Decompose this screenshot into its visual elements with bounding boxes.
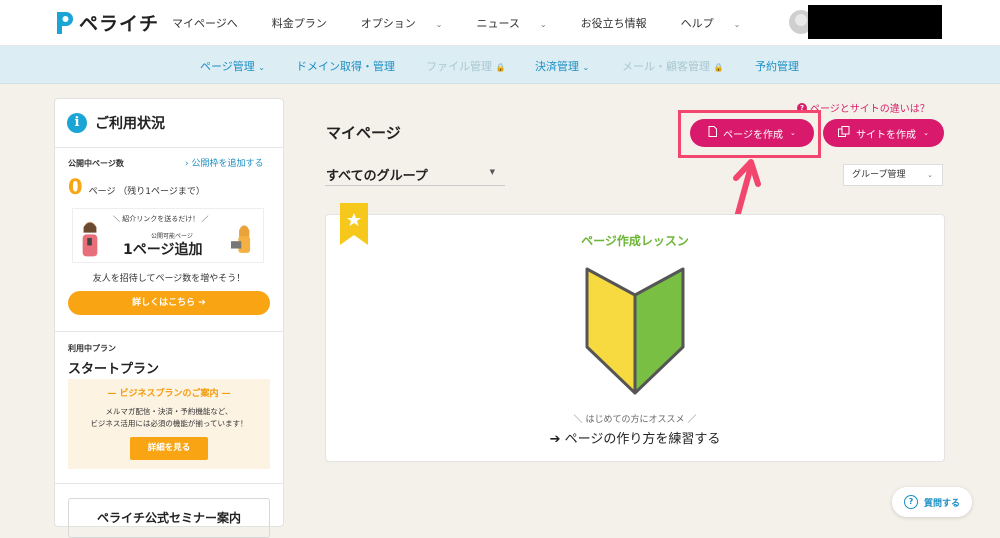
subnav-label: ファイル管理 (426, 60, 492, 73)
lesson-card[interactable]: ページ作成レッスン ＼ はじめての方にオススメ ／ ➔ ページの作り方を練習する (325, 203, 945, 462)
subnav-label: 予約管理 (755, 60, 799, 73)
business-plan-heading: — ビジネスプランのご案内 — (107, 389, 231, 399)
page-count: 0 ページ （残り1ページまで） (68, 175, 205, 199)
practice-link-label: ページの作り方を練習する (564, 432, 721, 447)
usage-sidebar: i ご利用状況 公開中ページ数 › 公開枠を追加する 0 ページ （残り1ページ… (54, 98, 284, 538)
add-slot-link[interactable]: › 公開枠を追加する (185, 156, 263, 169)
referral-banner[interactable]: ＼ 紹介リンクを送るだけ！ ／ 公開可能ページ 1ページ追加 (72, 208, 264, 263)
details-button[interactable]: 詳しくはこちら ➔ (68, 291, 270, 315)
create-site-button[interactable]: サイトを作成 ⌄ (823, 119, 944, 147)
page-count-number: 0 (68, 175, 83, 199)
lesson-recommend-text: ＼ はじめての方にオススメ ／ (573, 415, 697, 425)
logo-p-icon (57, 11, 73, 34)
chevron-down-icon: ⌄ (258, 63, 265, 72)
info-icon: i (67, 113, 87, 133)
invite-text: 友人を招待してページ数を増やそう！ (92, 274, 246, 284)
nav-label: 料金プラン (271, 17, 327, 30)
divider (55, 147, 283, 148)
chevron-down-icon: ⌄ (733, 20, 741, 29)
group-select[interactable]: すべてのグループ ▼ (325, 160, 505, 186)
beginner-mark-icon (585, 267, 685, 395)
document-icon (708, 126, 718, 140)
banner-headline: ＼ 紹介リンクを送るだけ！ ／ (113, 215, 209, 223)
banner-main-text: 1ページ追加 (123, 242, 203, 258)
create-page-label: ページを作成 (723, 129, 783, 141)
subnav-label: 決済管理 (535, 60, 579, 73)
business-plan-description: メルマガ配信・決済・予約機能など、 ビジネス活用には必須の機能が揃っています！ (68, 406, 270, 430)
subnav-mail-customer: メール・顧客管理 🔒 (622, 58, 723, 74)
woman-laptop-illustration (231, 225, 251, 253)
group-select-value: すべてのグループ (326, 169, 428, 184)
chevron-down-icon: ⌄ (582, 63, 590, 72)
divider (55, 331, 283, 332)
lock-icon: 🔒 (495, 63, 506, 72)
top-nav: マイページへ 料金プラン オプション ⌄ ニュース ⌄ お役立ち情報 ヘルプ ⌄ (172, 15, 774, 31)
chevron-down-icon: ⌄ (927, 171, 933, 179)
ask-question-label: 質問する (923, 498, 960, 509)
sidebar-title: i ご利用状況 (67, 113, 165, 133)
peraichi-logo[interactable]: ペライチ (54, 9, 159, 36)
group-management-select[interactable]: グループ管理 ⌄ (843, 164, 943, 186)
top-header: ペライチ マイページへ 料金プラン オプション ⌄ ニュース ⌄ お役立ち情報 ヘル… (0, 0, 1000, 46)
chevron-down-icon: ⌄ (789, 129, 796, 137)
subnav-page-management[interactable]: ページ管理 ⌄ (200, 58, 265, 74)
nav-label: ニュース (476, 17, 520, 30)
current-plan-label: 利用中プラン (68, 344, 116, 353)
subnav-payment[interactable]: 決済管理 ⌄ (535, 58, 589, 74)
seminar-info-button[interactable]: ペライチ公式セミナー案内 (68, 498, 270, 538)
create-site-label: サイトを作成 (856, 129, 917, 141)
subnav-file-management: ファイル管理 🔒 (426, 58, 505, 74)
subnav-label: ページ管理 (200, 60, 255, 73)
subnav-domain[interactable]: ドメイン取得・管理 (296, 58, 395, 74)
ask-question-button[interactable]: ? 質問する (892, 487, 972, 517)
practice-link[interactable]: ➔ ページの作り方を練習する (326, 428, 944, 447)
divider (55, 483, 283, 484)
copy-pages-icon (838, 126, 850, 140)
published-pages-label: 公開中ページ数 (68, 159, 124, 168)
plan-name: スタートプラン (68, 362, 160, 377)
subnav-label: ドメイン取得・管理 (296, 60, 395, 73)
nav-help[interactable]: ヘルプ ⌄ (681, 15, 758, 31)
nav-useful-info[interactable]: お役立ち情報 (581, 15, 664, 31)
logo-text: ペライチ (79, 13, 160, 35)
page-title: マイページ (326, 124, 401, 142)
business-plan-desc-line: ビジネス活用には必須の機能が揃っています！ (90, 419, 248, 428)
nav-label: マイページへ (172, 17, 238, 30)
sub-nav: ページ管理 ⌄ ドメイン取得・管理 ファイル管理 🔒 決済管理 ⌄ メール・顧客… (0, 46, 1000, 84)
business-plan-desc-line: メルマガ配信・決済・予約機能など、 (105, 407, 233, 416)
arrow-right-icon: ➔ (549, 432, 561, 447)
nav-pricing[interactable]: 料金プラン (272, 15, 344, 31)
page-count-text: ページ （残り1ページまで） (88, 187, 205, 197)
caret-down-icon: ▼ (489, 168, 495, 176)
nav-label: お役立ち情報 (580, 17, 647, 30)
question-icon: ? (903, 495, 918, 509)
chevron-down-icon: ⌄ (923, 129, 929, 137)
redacted-username (808, 5, 942, 39)
group-management-label: グループ管理 (852, 170, 906, 180)
nav-mypage[interactable]: マイページへ (172, 15, 255, 31)
sidebar-title-text: ご利用状況 (95, 116, 165, 132)
create-page-button[interactable]: ページを作成 ⌄ (690, 119, 814, 147)
help-link-text: ページとサイトの違いは？ (810, 104, 930, 115)
woman-phone-illustration (82, 221, 98, 257)
chevron-down-icon: ⌄ (435, 20, 443, 29)
nav-options[interactable]: オプション ⌄ (361, 15, 460, 31)
subnav-reservation[interactable]: 予約管理 (755, 58, 799, 74)
lesson-title: ページ作成レッスン (581, 234, 689, 248)
chevron-down-icon: ⌄ (539, 20, 547, 29)
nav-news[interactable]: ニュース ⌄ (476, 15, 563, 31)
lock-icon: 🔒 (713, 63, 724, 72)
see-details-button[interactable]: 詳細を見る (130, 437, 208, 460)
subnav-label: メール・顧客管理 (622, 60, 710, 73)
business-plan-box: — ビジネスプランのご案内 — メルマガ配信・決済・予約機能など、 ビジネス活用… (68, 379, 270, 469)
nav-label: オプション (360, 17, 416, 30)
nav-label: ヘルプ (680, 17, 714, 30)
